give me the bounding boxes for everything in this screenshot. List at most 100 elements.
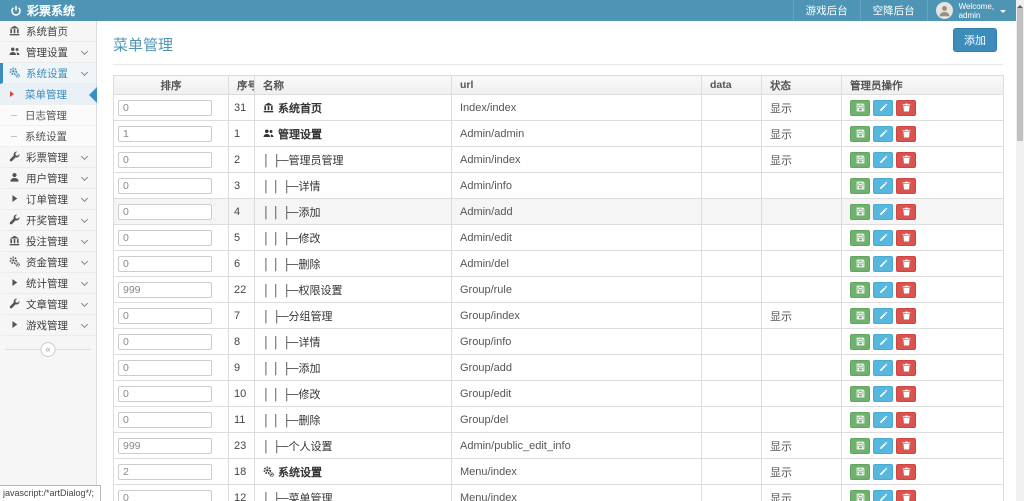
delete-button[interactable] [896,463,916,480]
sort-input[interactable] [118,229,212,246]
save-button[interactable] [850,229,870,246]
edit-button[interactable] [873,437,893,454]
edit-button[interactable] [873,463,893,480]
save-button[interactable] [850,489,870,501]
sidebar-item-article-management[interactable]: 文章管理 [0,294,96,315]
sidebar-subitem-label: 系统设置 [25,130,67,143]
delete-button[interactable] [896,385,916,402]
edit-button[interactable] [873,281,893,298]
sidebar-item-label: 订单管理 [26,193,68,206]
sort-input[interactable] [118,463,212,480]
sort-input[interactable] [118,255,212,272]
vertical-scrollbar[interactable] [1016,0,1024,501]
power-icon [10,5,22,17]
sidebar-item-stats-management[interactable]: 统计管理 [0,273,96,294]
actions-cell [841,380,1004,407]
sort-input[interactable] [118,385,212,402]
edit-button[interactable] [873,359,893,376]
edit-button[interactable] [873,307,893,324]
table-header-row: 排序序号名称urldata状态管理员操作 [113,75,1004,95]
sort-input[interactable] [118,333,212,350]
sort-input[interactable] [118,177,212,194]
sort-input[interactable] [118,411,212,428]
app-brand[interactable]: 彩票系统 [0,0,85,21]
edit-button[interactable] [873,125,893,142]
name-cell: │ ├─管理员管理 [254,146,452,173]
save-icon [856,337,865,346]
sort-input[interactable] [118,151,212,168]
edit-button[interactable] [873,203,893,220]
sidebar-item-user-management[interactable]: 用户管理 [0,168,96,189]
edit-button[interactable] [873,385,893,402]
delete-button[interactable] [896,411,916,428]
delete-button[interactable] [896,99,916,116]
nav-link-game-backend[interactable]: 游戏后台 [792,0,860,21]
sidebar-item-draw-management[interactable]: 开奖管理 [0,210,96,231]
delete-button[interactable] [896,151,916,168]
user-menu[interactable]: Welcome, admin [926,0,1014,21]
sidebar-item-fund-management[interactable]: 资金管理 [0,252,96,273]
sidebar-subitem-menu-management[interactable]: 菜单管理 [0,84,97,105]
sidebar-item-label: 彩票管理 [26,151,68,164]
edit-button[interactable] [873,229,893,246]
save-button[interactable] [850,333,870,350]
save-button[interactable] [850,125,870,142]
nav-link-jump-backend[interactable]: 空降后台 [859,0,927,21]
sidebar-collapse-button[interactable]: « [40,342,56,357]
save-button[interactable] [850,281,870,298]
sidebar-item-game-management[interactable]: 游戏管理 [0,315,96,336]
delete-button[interactable] [896,307,916,324]
sidebar-item-admin-settings[interactable]: 管理设置 [0,42,96,63]
scrollbar-thumb[interactable] [1017,8,1023,141]
sidebar-subitem-log-management[interactable]: 日志管理 [0,105,96,126]
sort-input[interactable] [118,125,212,142]
edit-button[interactable] [873,177,893,194]
sidebar-item-home[interactable]: 系统首页 [0,21,96,42]
edit-button[interactable] [873,255,893,272]
sidebar-subitem-system-config[interactable]: 系统设置 [0,126,96,147]
save-button[interactable] [850,411,870,428]
delete-button[interactable] [896,281,916,298]
name-cell: │ ├─菜单管理 [254,484,452,501]
save-button[interactable] [850,307,870,324]
sidebar-item-lottery-management[interactable]: 彩票管理 [0,147,96,168]
delete-button[interactable] [896,203,916,220]
edit-button[interactable] [873,99,893,116]
sort-input[interactable] [118,437,212,454]
delete-button[interactable] [896,229,916,246]
save-button[interactable] [850,463,870,480]
trash-icon [902,233,911,242]
sidebar-item-order-management[interactable]: 订单管理 [0,189,96,210]
sort-input[interactable] [118,281,212,298]
save-button[interactable] [850,385,870,402]
chevron-down-icon [80,68,89,77]
delete-button[interactable] [896,333,916,350]
delete-button[interactable] [896,359,916,376]
edit-button[interactable] [873,489,893,501]
save-button[interactable] [850,99,870,116]
add-button[interactable]: 添加 [953,28,997,52]
delete-button[interactable] [896,255,916,272]
sort-input[interactable] [118,359,212,376]
delete-button[interactable] [896,177,916,194]
url-cell: Admin/add [451,198,702,225]
save-button[interactable] [850,203,870,220]
sort-input[interactable] [118,489,212,501]
sort-input[interactable] [118,203,212,220]
save-button[interactable] [850,151,870,168]
save-button[interactable] [850,359,870,376]
save-button[interactable] [850,437,870,454]
edit-button[interactable] [873,333,893,350]
sidebar-item-system-settings[interactable]: 系统设置 [0,63,96,84]
sort-input[interactable] [118,307,212,324]
edit-button[interactable] [873,151,893,168]
save-button[interactable] [850,255,870,272]
delete-button[interactable] [896,489,916,501]
data-cell [701,198,762,225]
edit-button[interactable] [873,411,893,428]
delete-button[interactable] [896,437,916,454]
delete-button[interactable] [896,125,916,142]
save-button[interactable] [850,177,870,194]
sort-input[interactable] [118,99,212,116]
sidebar-item-bet-management[interactable]: 投注管理 [0,231,96,252]
